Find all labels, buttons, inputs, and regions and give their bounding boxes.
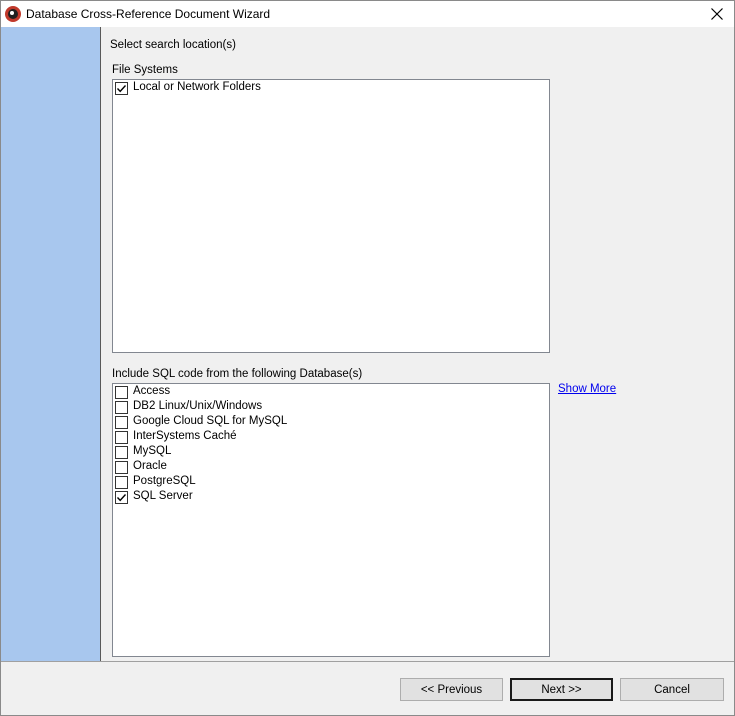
checkbox[interactable] xyxy=(115,401,128,414)
list-item-mysql[interactable]: MySQL xyxy=(115,445,515,460)
list-item-label: Local or Network Folders xyxy=(133,81,261,93)
list-item-postgresql[interactable]: PostgreSQL xyxy=(115,475,515,490)
list-item-local-folders[interactable]: Local or Network Folders xyxy=(115,81,515,96)
checkbox[interactable] xyxy=(115,82,128,95)
list-item-intersystems[interactable]: InterSystems Caché xyxy=(115,430,515,445)
list-item-label: DB2 Linux/Unix/Windows xyxy=(133,400,263,412)
list-item-label: Oracle xyxy=(133,460,167,472)
app-logo-icon xyxy=(5,6,21,22)
next-button[interactable]: Next >> xyxy=(510,678,613,701)
databases-listbox[interactable]: Access DB2 Linux/Unix/Windows Google Clo… xyxy=(112,383,550,657)
checkbox[interactable] xyxy=(115,476,128,489)
wizard-side-panel xyxy=(1,27,101,661)
checkbox[interactable] xyxy=(115,461,128,474)
title-bar: Database Cross-Reference Document Wizard xyxy=(1,1,734,27)
list-item-db2[interactable]: DB2 Linux/Unix/Windows xyxy=(115,400,515,415)
close-button[interactable] xyxy=(700,1,734,27)
list-item-label: Access xyxy=(133,385,171,397)
list-item-label: PostgreSQL xyxy=(133,475,196,487)
databases-label: Include SQL code from the following Data… xyxy=(112,368,363,380)
cancel-button[interactable]: Cancel xyxy=(620,678,724,701)
wizard-footer: << Previous Next >> Cancel xyxy=(1,662,734,715)
wizard-window: Database Cross-Reference Document Wizard… xyxy=(0,0,735,716)
list-item-oracle[interactable]: Oracle xyxy=(115,460,515,475)
checkbox[interactable] xyxy=(115,431,128,444)
close-icon xyxy=(711,8,723,20)
list-item-label: Google Cloud SQL for MySQL xyxy=(133,415,288,427)
checkbox[interactable] xyxy=(115,386,128,399)
list-item-label: MySQL xyxy=(133,445,172,457)
list-item-sql-server[interactable]: SQL Server xyxy=(115,490,515,505)
list-item-access[interactable]: Access xyxy=(115,385,515,400)
show-more-link[interactable]: Show More xyxy=(558,383,616,395)
list-item-google-cloud-sql[interactable]: Google Cloud SQL for MySQL xyxy=(115,415,515,430)
list-item-label: SQL Server xyxy=(133,490,193,502)
checkbox[interactable] xyxy=(115,491,128,504)
checkbox[interactable] xyxy=(115,416,128,429)
file-systems-label: File Systems xyxy=(112,64,178,76)
checkbox[interactable] xyxy=(115,446,128,459)
instruction-label: Select search location(s) xyxy=(110,39,236,51)
file-systems-listbox[interactable]: Local or Network Folders xyxy=(112,79,550,353)
list-item-label: InterSystems Caché xyxy=(133,430,237,442)
previous-button[interactable]: << Previous xyxy=(400,678,503,701)
wizard-content: Select search location(s) File Systems L… xyxy=(101,27,734,661)
window-title: Database Cross-Reference Document Wizard xyxy=(26,7,271,21)
